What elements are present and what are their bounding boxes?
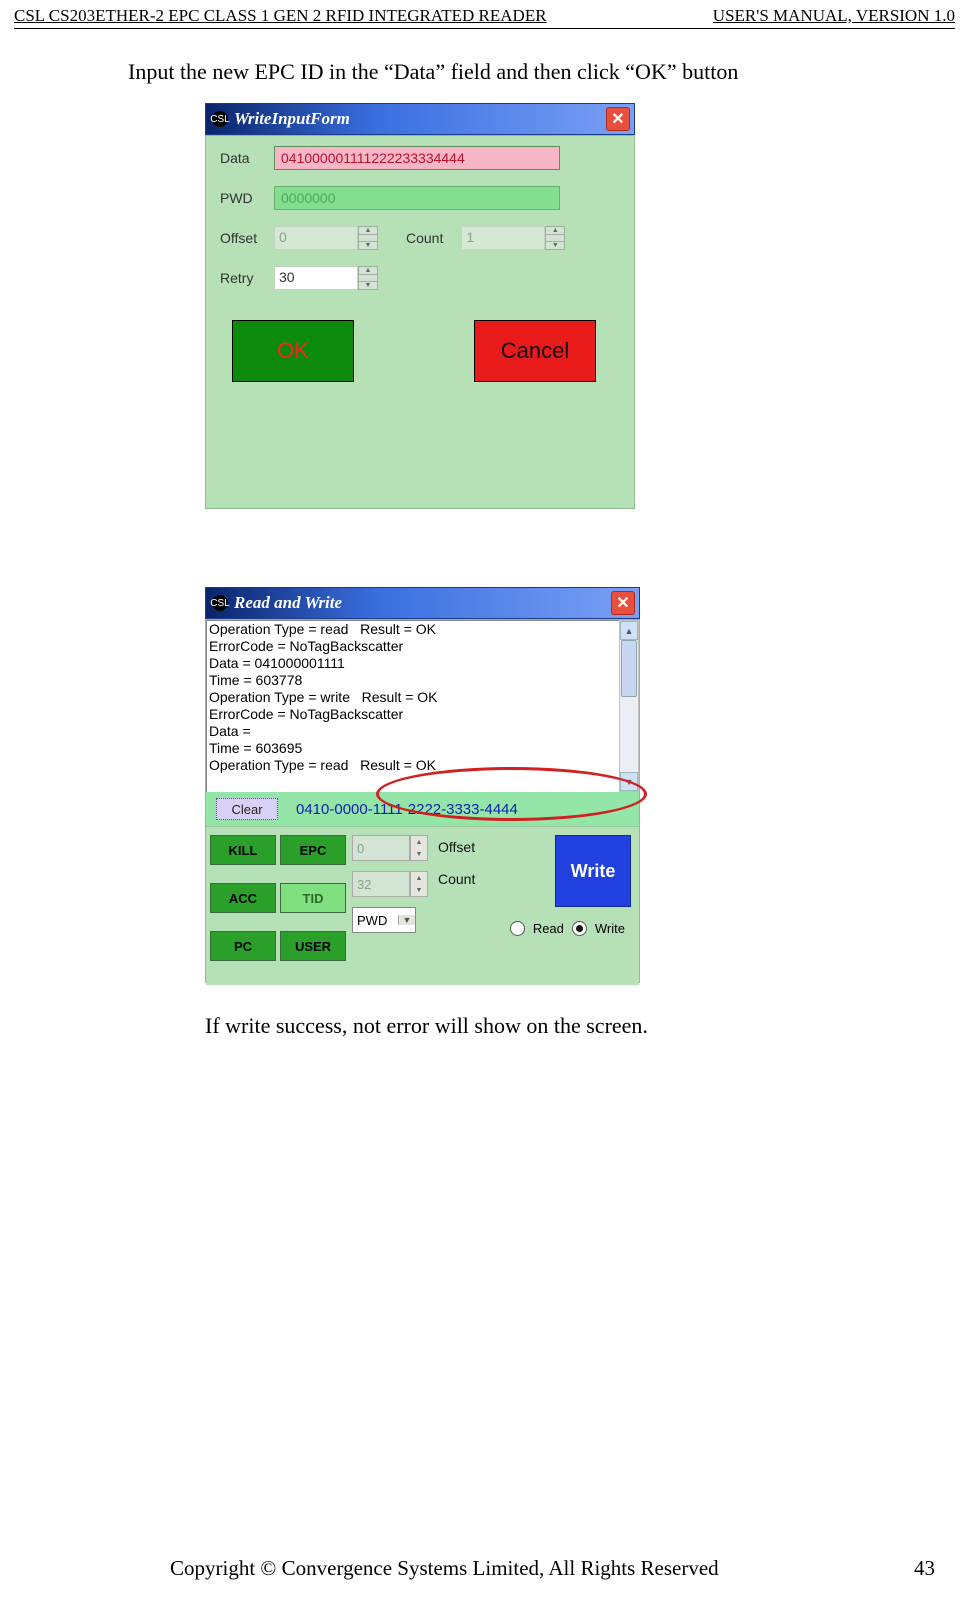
offset-arrows[interactable]: ▲▼ [358, 226, 378, 250]
write-input-form-window: CSL WriteInputForm ✕ Data 04100000111122… [205, 103, 635, 487]
log-text[interactable]: Operation Type = read Result = OK ErrorC… [206, 620, 621, 794]
scroll-track[interactable] [620, 640, 638, 772]
offset2-value[interactable]: 0 [352, 835, 410, 861]
win1-titlebar[interactable]: CSL WriteInputForm ✕ [205, 103, 635, 135]
ok-button[interactable]: OK [232, 320, 354, 382]
count2-spinner[interactable]: 32 ▲▼ [352, 871, 428, 897]
control-zone: KILL ACC PC EPC TID USER 0 ▲▼ 32 ▲▼ P [206, 826, 639, 985]
pwd-select[interactable]: PWD ▼ [352, 907, 416, 933]
pwd-input[interactable]: 0000000 [274, 186, 560, 210]
scroll-down-icon[interactable]: ▼ [620, 772, 638, 791]
scroll-thumb[interactable] [621, 640, 637, 697]
offset-spinner[interactable]: 0 ▲▼ [274, 226, 378, 250]
write-button[interactable]: Write [555, 835, 631, 907]
win2-body: Operation Type = read Result = OK ErrorC… [205, 619, 640, 983]
footer-left: Copyright © Convergence Systems Limited,… [170, 1556, 719, 1581]
write-radio-label: Write [595, 921, 625, 936]
retry-arrows[interactable]: ▲▼ [358, 266, 378, 290]
retry-spinner[interactable]: 30 ▲▼ [274, 266, 378, 290]
read-radio-label: Read [533, 921, 564, 936]
log-scrollbar[interactable]: ▲ ▼ [619, 620, 639, 792]
win2-titlebar[interactable]: CSL Read and Write ✕ [205, 587, 640, 619]
epc-text: 0410-0000-1111-2222-3333-4444 [296, 801, 518, 818]
header-right: USER'S MANUAL, VERSION 1.0 [713, 6, 955, 26]
kill-button[interactable]: KILL [210, 835, 276, 865]
count2-label: Count [438, 871, 475, 887]
count-label: Count [406, 230, 443, 246]
header-left: CSL CS203ETHER-2 EPC CLASS 1 GEN 2 RFID … [14, 6, 547, 26]
read-and-write-window: CSL Read and Write ✕ Operation Type = re… [205, 587, 640, 981]
data-label: Data [220, 150, 274, 166]
user-button[interactable]: USER [280, 931, 346, 961]
app-icon: CSL [212, 595, 228, 611]
offset2-arrows[interactable]: ▲▼ [410, 835, 428, 861]
epc-button[interactable]: EPC [280, 835, 346, 865]
tid-button[interactable]: TID [280, 883, 346, 913]
offset-value[interactable]: 0 [274, 226, 358, 250]
epc-strip: Clear 0410-0000-1111-2222-3333-4444 [206, 792, 639, 826]
write-radio[interactable] [572, 921, 587, 936]
offset2-spinner[interactable]: 0 ▲▼ [352, 835, 428, 861]
close-icon[interactable]: ✕ [611, 591, 635, 615]
count-arrows[interactable]: ▲▼ [545, 226, 565, 250]
count2-value[interactable]: 32 [352, 871, 410, 897]
retry-value[interactable]: 30 [274, 266, 358, 290]
close-icon[interactable]: ✕ [606, 107, 630, 131]
count-spinner[interactable]: 1 ▲▼ [461, 226, 565, 250]
log-area: Operation Type = read Result = OK ErrorC… [206, 620, 639, 792]
acc-button[interactable]: ACC [210, 883, 276, 913]
offset-label: Offset [220, 230, 274, 246]
win2-title: Read and Write [234, 593, 611, 613]
caption-1: Input the new EPC ID in the “Data” field… [128, 59, 969, 85]
win1-body: Data 041000001111222233334444 PWD 000000… [205, 135, 635, 509]
caption-2: If write success, not error will show on… [205, 1013, 969, 1039]
count-value[interactable]: 1 [461, 226, 545, 250]
scroll-up-icon[interactable]: ▲ [620, 621, 638, 640]
cancel-button[interactable]: Cancel [474, 320, 596, 382]
page-number: 43 [914, 1556, 935, 1581]
retry-label: Retry [220, 270, 274, 286]
offset2-label: Offset [438, 839, 475, 855]
read-radio[interactable] [510, 921, 525, 936]
app-icon: CSL [212, 111, 228, 127]
chevron-down-icon[interactable]: ▼ [398, 915, 415, 925]
pc-button[interactable]: PC [210, 931, 276, 961]
data-input[interactable]: 041000001111222233334444 [274, 146, 560, 170]
pwd-select-value: PWD [353, 913, 398, 928]
count2-arrows[interactable]: ▲▼ [410, 871, 428, 897]
win1-title: WriteInputForm [234, 109, 606, 129]
pwd-label: PWD [220, 190, 274, 206]
header-rule [14, 28, 955, 29]
clear-button[interactable]: Clear [216, 798, 278, 820]
